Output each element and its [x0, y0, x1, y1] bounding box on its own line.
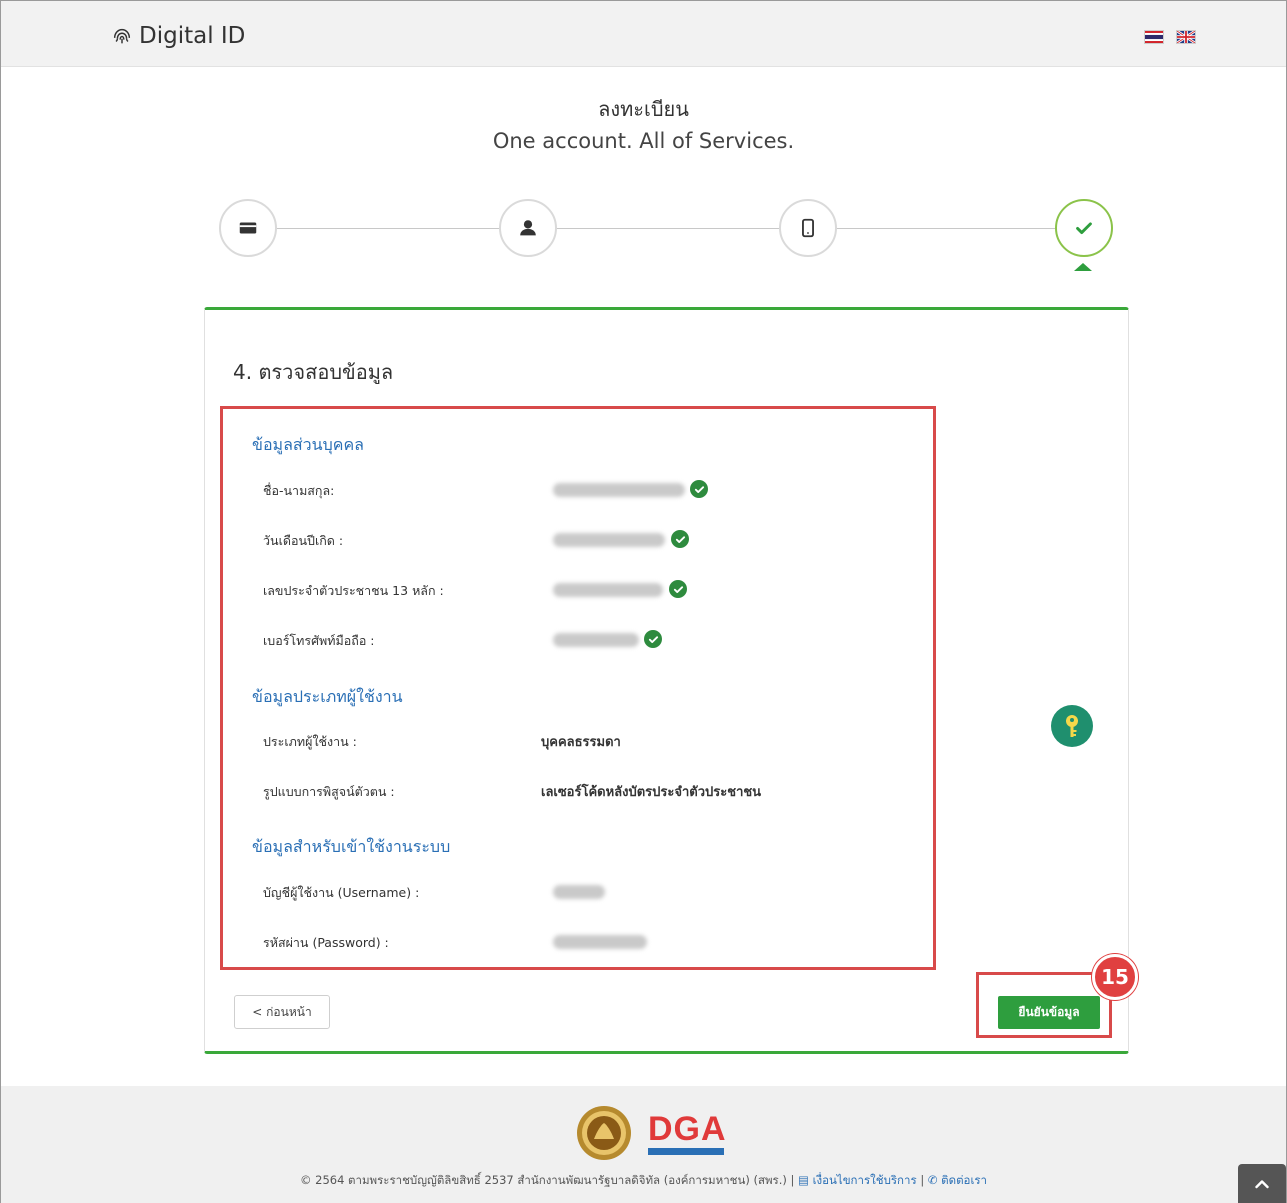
- citizen-id-value-redacted: [553, 583, 663, 597]
- footer-logos: DGA: [576, 1105, 727, 1161]
- review-highlight-box: ข้อมูลส่วนบุคคล ชื่อ-นามสกุล: วันเดือนปี…: [220, 406, 936, 970]
- page-title: ลงทะเบียน: [598, 97, 689, 121]
- name-label: ชื่อ-นามสกุล:: [263, 483, 335, 498]
- review-card: 4. ตรวจสอบข้อมูล ข้อมูลส่วนบุคคล ชื่อ-นา…: [204, 307, 1138, 1054]
- verification-method-label: รูปแบบการพิสูจน์ตัวตน :: [263, 784, 395, 799]
- footer: DGA © 2564 ตามพระราชบัญญัติลิขสิทธิ์ 253…: [1, 1086, 1286, 1203]
- section-title: 4. ตรวจสอบข้อมูล: [233, 360, 394, 384]
- username-value-redacted: [553, 885, 605, 899]
- phone-value-redacted: [553, 633, 639, 647]
- scroll-to-top-button[interactable]: [1238, 1164, 1286, 1203]
- copyright-text: © 2564 ตามพระราชบัญญัติลิขสิทธิ์ 2537 สำ…: [299, 1173, 799, 1187]
- step-id-card[interactable]: [219, 199, 277, 257]
- phone-icon: ✆: [927, 1173, 938, 1187]
- step-review[interactable]: [1055, 199, 1113, 257]
- user-type-label: ประเภทผู้ใช้งาน :: [263, 734, 357, 749]
- thai-flag-icon[interactable]: [1144, 30, 1164, 44]
- personal-info-heading: ข้อมูลส่วนบุคคล: [252, 435, 364, 454]
- verification-method-value: เลเซอร์โค้ดหลังบัตรประจำตัวประชาชน: [541, 785, 762, 800]
- step-personal-info[interactable]: [499, 199, 557, 257]
- page-subtitle: One account. All of Services.: [492, 129, 795, 153]
- citizen-id-label: เลขประจำตัวประชาชน 13 หลัก :: [263, 583, 444, 598]
- user-icon: [520, 220, 536, 236]
- id-card-icon: [239, 222, 257, 234]
- birth-date-value-redacted: [553, 533, 665, 547]
- phone-label: เบอร์โทรศัพท์มือถือ :: [263, 633, 375, 648]
- user-type-heading: ข้อมูลประเภทผู้ใช้งาน: [252, 687, 403, 706]
- dga-logo: DGA: [648, 1112, 727, 1155]
- step-number-badge: 15: [1092, 954, 1138, 1000]
- back-button[interactable]: < ก่อนหน้า: [234, 995, 330, 1029]
- chevron-up-icon: [1255, 1180, 1269, 1189]
- language-switcher: [1144, 30, 1196, 44]
- contact-link[interactable]: ✆ ติดต่อเรา: [928, 1173, 987, 1187]
- brand-name: Digital ID: [139, 23, 246, 49]
- name-value-redacted: [553, 483, 685, 497]
- top-bar: Digital ID: [1, 1, 1286, 67]
- confirm-button[interactable]: ยืนยันข้อมูล: [998, 996, 1100, 1029]
- document-icon: ▤: [798, 1173, 809, 1187]
- citizen-id-verified-icon: [669, 580, 687, 598]
- step-connector: [277, 228, 499, 229]
- password-value-redacted: [553, 935, 647, 949]
- fingerprint-icon: [113, 28, 131, 44]
- registration-stepper: [219, 199, 1114, 279]
- user-type-value: บุคคลธรรมดา: [541, 735, 621, 750]
- brand[interactable]: Digital ID: [111, 21, 245, 51]
- login-info-heading: ข้อมูลสำหรับเข้าใช้งานระบบ: [252, 837, 451, 856]
- active-step-indicator: [1074, 263, 1092, 271]
- password-label: รหัสผ่าน (Password) :: [263, 935, 389, 950]
- birth-date-verified-icon: [671, 530, 689, 548]
- dga-logo-text: DGA: [648, 1109, 727, 1148]
- birth-date-label: วันเดือนปีเกิด :: [263, 533, 344, 548]
- step-mobile[interactable]: [779, 199, 837, 257]
- phone-verified-icon: [644, 630, 662, 648]
- step-connector: [837, 228, 1055, 229]
- checkmark-icon: [1076, 222, 1092, 235]
- step-connector: [557, 228, 779, 229]
- name-verified-icon: [690, 480, 708, 498]
- terms-link[interactable]: ▤ เงื่อนไขการใช้บริการ: [798, 1173, 920, 1187]
- mobile-phone-icon: [802, 218, 814, 238]
- key-icon[interactable]: [1051, 705, 1093, 747]
- footer-text: © 2564 ตามพระราชบัญญัติลิขสิทธิ์ 2537 สำ…: [299, 1173, 988, 1187]
- government-seal-logo: [577, 1106, 631, 1160]
- username-label: บัญชีผู้ใช้งาน (Username) :: [263, 885, 420, 900]
- uk-flag-icon[interactable]: [1176, 30, 1196, 44]
